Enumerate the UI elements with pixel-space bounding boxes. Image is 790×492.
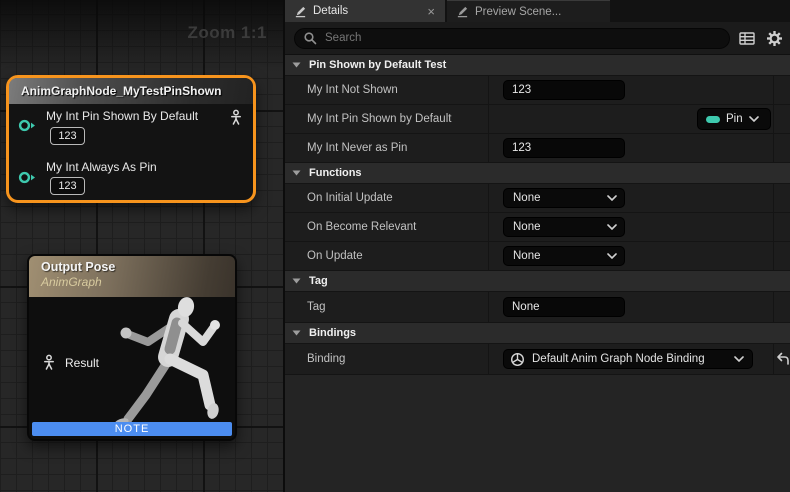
anim-graph-test-node[interactable]: AnimGraphNode_MyTestPinShown My Int Pin … <box>6 75 256 203</box>
property-row-on-initial-update: On Initial Update None <box>285 184 790 213</box>
collapse-arrow-icon <box>292 62 301 68</box>
property-row-tag: Tag <box>285 292 790 323</box>
section-header-bindings[interactable]: Bindings <box>285 323 790 344</box>
chevron-down-icon <box>607 195 617 201</box>
reset-column <box>774 292 790 322</box>
property-label: Tag <box>285 292 489 322</box>
chevron-down-icon <box>607 253 617 259</box>
tab-label: Preview Scene... <box>475 6 602 18</box>
function-dropdown[interactable]: None <box>503 246 625 266</box>
int-value-input[interactable] <box>503 80 625 100</box>
section-title: Bindings <box>309 327 356 339</box>
section-title: Tag <box>309 275 328 287</box>
display-settings-button[interactable] <box>764 28 784 48</box>
pose-pin-icon[interactable] <box>41 354 57 371</box>
property-matrix-icon <box>739 31 755 46</box>
binding-sphere-icon <box>510 352 525 367</box>
pin-mode-dropdown[interactable]: Pin <box>697 108 771 130</box>
node-title: Output Pose <box>41 260 223 274</box>
tab-preview-scene[interactable]: Preview Scene... <box>447 0 610 22</box>
zoom-level-indicator: Zoom 1:1 <box>187 23 267 43</box>
running-mannequin-figure <box>82 295 234 431</box>
property-label: On Become Relevant <box>285 213 489 241</box>
collapse-arrow-icon <box>292 330 301 336</box>
panel-tab-bar: Details × Preview Scene... <box>285 0 790 22</box>
note-bar: NOTE <box>32 422 232 436</box>
preview-scene-tab-icon <box>456 5 469 18</box>
search-box[interactable] <box>294 28 730 49</box>
section-title: Functions <box>309 167 362 179</box>
property-row-binding: Binding Default Anim Graph Node Binding <box>285 344 790 375</box>
anim-blueprint-editor: Zoom 1:1 AnimGraphNode_MyTestPinShown My… <box>0 0 790 492</box>
reset-column <box>774 213 790 241</box>
search-icon <box>303 31 317 45</box>
chevron-down-icon <box>734 356 744 362</box>
property-label: Binding <box>285 344 489 374</box>
pin-value-input[interactable]: 123 <box>50 127 85 145</box>
property-row-on-become-relevant: On Become Relevant None <box>285 213 790 242</box>
chevron-down-icon <box>607 224 617 230</box>
property-label: My Int Never as Pin <box>285 134 489 162</box>
node-title: AnimGraphNode_MyTestPinShown <box>21 84 221 98</box>
pose-pin-icon[interactable] <box>228 109 244 126</box>
property-label: My Int Pin Shown by Default <box>285 105 489 133</box>
output-pose-node[interactable]: Output Pose AnimGraph <box>27 254 237 441</box>
int-pin-icon[interactable] <box>18 170 37 185</box>
details-panel: Details × Preview Scene... <box>285 0 790 492</box>
tab-details[interactable]: Details × <box>285 0 445 22</box>
pin-value-input[interactable]: 123 <box>50 177 85 195</box>
section-title: Pin Shown by Default Test <box>309 59 446 71</box>
pin-label: My Int Always As Pin <box>46 160 157 174</box>
details-toolbar <box>285 22 790 55</box>
result-pin-label: Result <box>65 356 99 370</box>
int-pin-icon[interactable] <box>18 118 37 133</box>
node-header[interactable]: Output Pose AnimGraph <box>29 256 235 297</box>
node-subtitle: AnimGraph <box>41 275 223 289</box>
function-dropdown[interactable]: None <box>503 217 625 237</box>
reset-column <box>774 184 790 212</box>
reset-column <box>774 105 790 133</box>
details-tab-icon <box>294 5 307 18</box>
property-label: On Update <box>285 242 489 270</box>
binding-value: Default Anim Graph Node Binding <box>532 353 727 365</box>
property-row-my-int-pin-shown-by-default: My Int Pin Shown by Default Pin <box>285 105 790 134</box>
section-header-tag[interactable]: Tag <box>285 271 790 292</box>
reset-to-default-icon[interactable] <box>774 352 790 366</box>
tag-input[interactable] <box>503 297 625 317</box>
property-row-my-int-not-shown: My Int Not Shown <box>285 76 790 105</box>
pin-capsule-icon <box>706 116 720 123</box>
dropdown-value: None <box>513 250 607 262</box>
property-label: On Initial Update <box>285 184 489 212</box>
section-header-pin-shown-by-default-test[interactable]: Pin Shown by Default Test <box>285 55 790 76</box>
reset-column <box>774 242 790 270</box>
collapse-arrow-icon <box>292 278 301 284</box>
property-row-my-int-never-as-pin: My Int Never as Pin <box>285 134 790 163</box>
collapse-arrow-icon <box>292 170 301 176</box>
graph-canvas[interactable]: Zoom 1:1 AnimGraphNode_MyTestPinShown My… <box>0 0 283 492</box>
dropdown-value: None <box>513 221 607 233</box>
dropdown-value: None <box>513 192 607 204</box>
node-header[interactable]: AnimGraphNode_MyTestPinShown <box>9 78 253 104</box>
note-label: NOTE <box>115 423 150 435</box>
reset-column <box>774 76 790 104</box>
binding-dropdown[interactable]: Default Anim Graph Node Binding <box>503 349 753 369</box>
pin-mode-value: Pin <box>726 113 743 125</box>
property-label: My Int Not Shown <box>285 76 489 104</box>
section-header-functions[interactable]: Functions <box>285 163 790 184</box>
chevron-down-icon <box>749 116 759 122</box>
close-icon[interactable]: × <box>425 5 437 18</box>
int-value-input[interactable] <box>503 138 625 158</box>
gear-icon <box>767 31 782 46</box>
property-matrix-button[interactable] <box>737 28 757 48</box>
property-row-on-update: On Update None <box>285 242 790 271</box>
function-dropdown[interactable]: None <box>503 188 625 208</box>
reset-column <box>774 134 790 162</box>
tab-label: Details <box>313 5 419 17</box>
details-empty-area <box>285 375 790 492</box>
search-input[interactable] <box>323 31 721 45</box>
pin-label: My Int Pin Shown By Default <box>46 109 198 123</box>
